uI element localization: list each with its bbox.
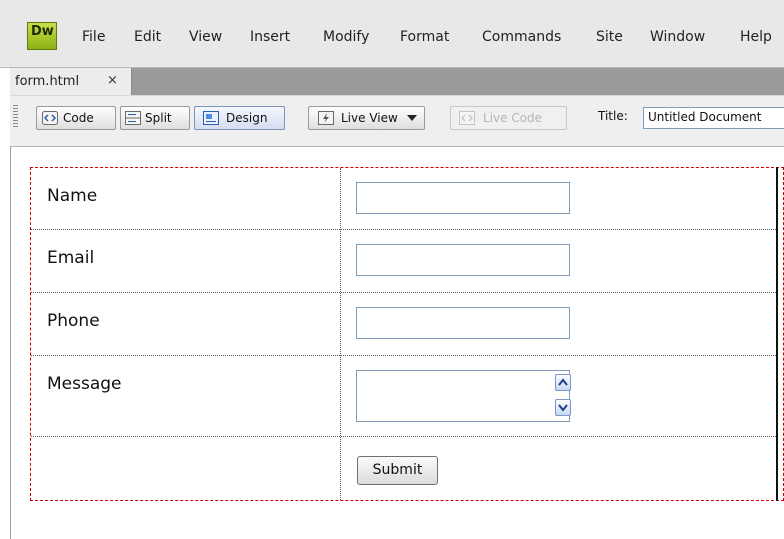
menu-window[interactable]: Window xyxy=(650,29,705,45)
phone-label: Phone xyxy=(47,311,100,331)
name-label: Name xyxy=(47,186,98,206)
table-column-divider xyxy=(340,168,341,500)
menu-modify[interactable]: Modify xyxy=(323,29,369,45)
document-tab-strip: form.html × xyxy=(10,68,784,95)
canvas-left-border xyxy=(10,147,11,539)
menu-insert[interactable]: Insert xyxy=(250,29,290,45)
dropdown-arrow-icon[interactable] xyxy=(407,114,417,122)
live-view-label: Live View xyxy=(341,111,398,125)
scroll-down-icon[interactable] xyxy=(555,399,571,416)
code-view-label: Code xyxy=(63,111,94,125)
document-title-input[interactable]: Untitled Document xyxy=(643,107,784,129)
split-view-label: Split xyxy=(145,111,172,125)
menu-commands[interactable]: Commands xyxy=(482,29,561,45)
menu-site[interactable]: Site xyxy=(596,29,623,45)
page-width-guide xyxy=(776,167,778,501)
live-view-icon xyxy=(318,111,334,125)
split-icon xyxy=(125,111,141,125)
message-textarea[interactable] xyxy=(356,370,571,422)
split-view-button[interactable]: Split xyxy=(120,106,190,130)
message-label: Message xyxy=(47,374,122,394)
close-icon[interactable]: × xyxy=(107,73,118,88)
phone-input[interactable] xyxy=(356,307,570,339)
table-row-divider xyxy=(31,229,776,230)
menu-bar: Dw File Edit View Insert Modify Format C… xyxy=(0,0,784,68)
menu-edit[interactable]: Edit xyxy=(134,29,161,45)
table-row-divider xyxy=(31,436,776,437)
dreamweaver-logo: Dw xyxy=(27,22,57,50)
menu-help[interactable]: Help xyxy=(740,29,772,45)
toolbar-grip-icon[interactable] xyxy=(13,105,18,127)
scroll-up-icon[interactable] xyxy=(555,374,571,391)
document-toolbar: Code Split Design Live View Live Code Ti… xyxy=(10,95,784,147)
code-view-button[interactable]: Code xyxy=(36,106,116,130)
email-label: Email xyxy=(47,248,95,268)
table-row-divider xyxy=(31,292,776,293)
submit-button[interactable]: Submit xyxy=(357,456,438,485)
menu-view[interactable]: View xyxy=(189,29,222,45)
document-tab[interactable]: form.html × xyxy=(10,68,132,95)
design-view-button[interactable]: Design xyxy=(194,106,285,130)
document-title-label: Title: xyxy=(598,109,628,123)
document-tab-label: form.html xyxy=(15,74,80,89)
table-row-divider xyxy=(31,355,776,356)
live-code-button[interactable]: Live Code xyxy=(450,106,567,130)
menu-format[interactable]: Format xyxy=(400,29,449,45)
live-code-icon xyxy=(459,111,475,125)
code-icon xyxy=(42,111,58,125)
live-code-label: Live Code xyxy=(483,111,543,125)
live-view-button[interactable]: Live View xyxy=(308,106,425,130)
name-input[interactable] xyxy=(356,182,570,214)
design-icon xyxy=(203,111,219,125)
textarea-scrollbar[interactable] xyxy=(555,371,571,421)
design-view-label: Design xyxy=(226,111,268,125)
menu-file[interactable]: File xyxy=(82,29,105,45)
email-input[interactable] xyxy=(356,244,570,276)
